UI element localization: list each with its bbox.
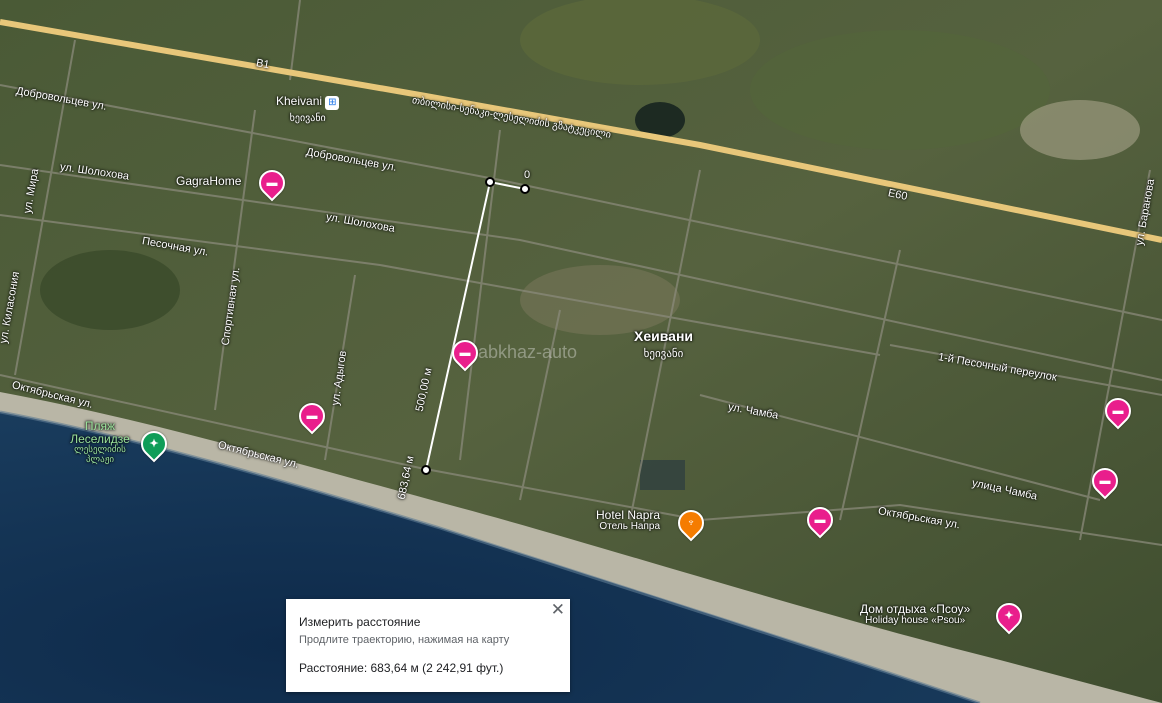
beach-label: Пляж Леселидзе — [70, 419, 130, 446]
bed-icon: ▬ — [459, 347, 471, 359]
measure-label-start: 0 — [524, 169, 531, 181]
psou-label-en: Holiday house «Psou» — [865, 614, 966, 626]
measure-distance-panel: Измерить расстояние Продлите траекторию,… — [286, 599, 570, 692]
resort-icon: ✦ — [1004, 610, 1014, 622]
bed-icon: ▬ — [306, 410, 318, 422]
psou-label-ru: Дом отдыха «Псоу» — [860, 602, 971, 616]
place-label: GagraHome — [176, 174, 242, 188]
street-label-b1: B1 — [255, 57, 271, 72]
bed-icon: ▬ — [1112, 405, 1124, 417]
panel-title: Измерить расстояние — [299, 615, 421, 629]
town-name: Хеивани — [634, 328, 694, 344]
town-kheivani: Хеивани ხეივანი — [634, 328, 693, 360]
panel-distance: Расстояние: 683,64 м (2 242,91 фут.) — [299, 661, 504, 675]
close-icon[interactable]: ✕ — [551, 600, 565, 620]
bed-icon: ▬ — [266, 177, 278, 189]
bed-icon: ▬ — [1099, 475, 1111, 487]
place-hotel-napra[interactable]: Hotel Napra Отель Напра — [596, 509, 660, 532]
beach-icon: ✦ — [149, 438, 159, 450]
watermark: abkhaz-auto — [478, 342, 578, 362]
place-kheivani-station[interactable]: Kheivani ⊞ ხეივანი — [276, 94, 340, 124]
place-beach[interactable]: Пляж Леселидзе ლესელიძის პლაჟი — [60, 420, 140, 464]
town-name-ge: ხეივანი — [643, 348, 684, 360]
hotel-label-en: Hotel Napra — [596, 508, 661, 522]
place-psou[interactable]: Дом отдыха «Псоу» Holiday house «Psou» — [860, 603, 970, 626]
place-gagrahome[interactable]: GagraHome — [176, 174, 241, 188]
train-icon: ⊞ — [325, 96, 340, 110]
bed-icon: ▬ — [814, 514, 826, 526]
hotel-label-ru: Отель Напра — [599, 520, 661, 532]
station-name-ge: ხეივანი — [289, 113, 326, 124]
station-name: Kheivani — [276, 94, 323, 108]
beach-label-ge: ლესელიძის პლაჟი — [74, 444, 126, 464]
satellite-map[interactable] — [0, 0, 1162, 703]
panel-hint: Продлите траекторию, нажимая на карту — [299, 634, 510, 646]
fork-knife-icon: ♆ — [686, 517, 696, 529]
